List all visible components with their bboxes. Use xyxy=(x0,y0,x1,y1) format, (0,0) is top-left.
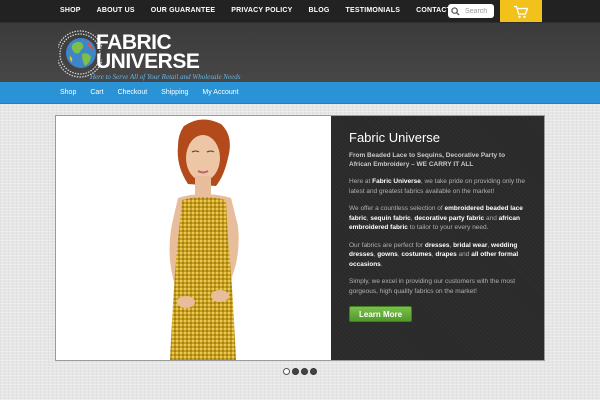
topnav-item-privacy-policy[interactable]: PRIVACY POLICY xyxy=(223,0,300,22)
text-run: to tailor to your every need. xyxy=(407,224,489,231)
text-run: and xyxy=(456,251,472,258)
slider-dot-3[interactable] xyxy=(301,368,308,375)
mainnav-item-checkout[interactable]: Checkout xyxy=(111,82,155,103)
hero-slider: Fabric Universe From Beaded Lace to Sequ… xyxy=(55,115,545,361)
slide-photo-model-gold-sequin-dress[interactable] xyxy=(56,116,331,360)
mainnav-item-shipping[interactable]: Shipping xyxy=(154,82,195,103)
top-nav: SHOP ABOUT US OUR GUARANTEE PRIVACY POLI… xyxy=(52,0,471,22)
text-run-bold: bridal wear xyxy=(453,241,488,249)
search-box[interactable] xyxy=(448,4,494,18)
learn-more-button[interactable]: Learn More xyxy=(349,306,413,322)
mainnav-item-cart[interactable]: Cart xyxy=(83,82,110,103)
search-input[interactable] xyxy=(463,7,493,15)
text-run-bold: decorative party fabric xyxy=(414,214,485,222)
text-run-bold: sequin fabric xyxy=(370,214,411,222)
text-run: Our fabrics are perfect for xyxy=(349,241,425,249)
text-run-bold: drapes xyxy=(435,251,457,258)
slider-dot-2[interactable] xyxy=(292,368,299,375)
text-run-bold: costumes xyxy=(401,251,432,258)
text-run-bold: gowns xyxy=(377,251,398,258)
site-header: FABRIC UNIVERSE Here to Serve All of You… xyxy=(0,22,600,82)
slider-dot-1[interactable] xyxy=(283,368,290,375)
text-run-bold: Fabric Universe xyxy=(372,178,421,185)
slide-subtitle: From Beaded Lace to Sequins, Decorative … xyxy=(349,152,506,168)
logo-text-universe: UNIVERSE xyxy=(96,50,200,73)
mainnav-item-shop[interactable]: Shop xyxy=(53,82,83,103)
slider-dot-4[interactable] xyxy=(310,368,317,375)
text-run: Here at xyxy=(349,178,373,185)
slide-paragraph-2: We offer a countless selection of embroi… xyxy=(349,204,528,233)
logo-tagline: Here to Serve All of Your Retail and Who… xyxy=(90,73,241,81)
slide-paragraph-3: Our fabrics are perfect for dresses, bri… xyxy=(349,241,528,270)
slide-paragraph-1: Here at Fabric Universe, we take pride o… xyxy=(349,177,528,196)
slide-paragraph-4: Simply, we excel in providing our custom… xyxy=(349,278,516,295)
topnav-item-about-us[interactable]: ABOUT US xyxy=(89,0,143,22)
topnav-item-shop[interactable]: SHOP xyxy=(52,0,89,22)
text-run-bold: dresses xyxy=(424,241,450,249)
topnav-item-blog[interactable]: BLOG xyxy=(301,0,338,22)
search-icon[interactable] xyxy=(451,5,463,17)
topnav-item-our-guarantee[interactable]: OUR GUARANTEE xyxy=(143,0,223,22)
slide-caption-panel: Fabric Universe From Beaded Lace to Sequ… xyxy=(331,116,544,360)
cart-icon[interactable] xyxy=(513,5,529,19)
text-run: . xyxy=(380,260,383,268)
text-run: and xyxy=(484,214,499,222)
text-run: We offer a countless selection of xyxy=(349,205,445,212)
main-nav: Shop Cart Checkout Shipping My Account xyxy=(0,82,600,104)
slider-pagination xyxy=(283,368,319,375)
mainnav-item-my-account[interactable]: My Account xyxy=(195,82,245,103)
topnav-item-testimonials[interactable]: TESTIMONIALS xyxy=(338,0,409,22)
slide-title: Fabric Universe xyxy=(349,130,441,145)
site-logo[interactable]: FABRIC UNIVERSE Here to Serve All of You… xyxy=(56,27,278,81)
